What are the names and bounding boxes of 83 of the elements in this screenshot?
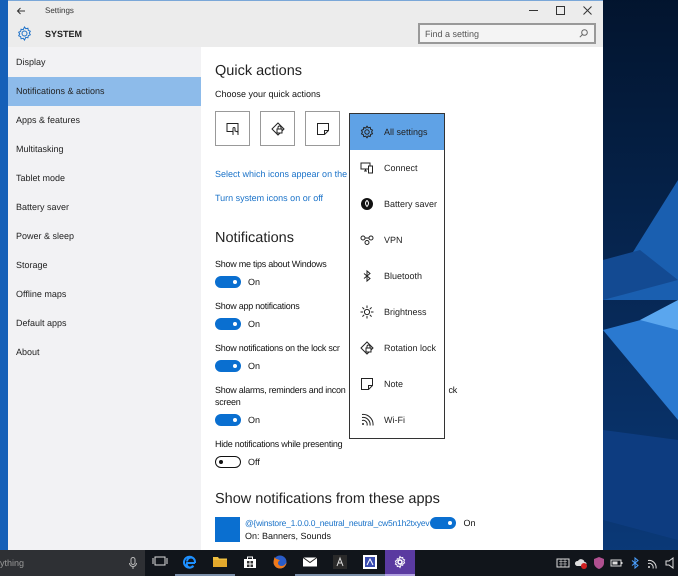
shopping-bag-icon [242, 554, 258, 570]
monitor-hand-icon [226, 122, 240, 136]
setting-label: screen [215, 396, 241, 408]
sidebar-item[interactable]: Offline maps [8, 280, 201, 309]
a-logo-icon [332, 554, 348, 570]
menu-item[interactable]: VPN [350, 222, 444, 258]
folder-icon [212, 554, 228, 570]
setting-label: Show notifications on the lock scr [215, 342, 340, 354]
sidebar-item[interactable]: Default apps [8, 309, 201, 338]
setting-label: Show me tips about Windows [215, 258, 327, 270]
gear-icon [360, 125, 374, 139]
toggle-state-label: On [463, 518, 476, 528]
e-logo-icon [182, 554, 198, 570]
sun-icon [360, 305, 374, 319]
gear-icon [17, 26, 32, 41]
setting-label: Hide notifications while presenting [215, 438, 342, 450]
section-title: SYSTEM [45, 28, 82, 38]
sidebar-item[interactable]: Battery saver [8, 193, 201, 222]
app-detail-text: On: Banners, Sounds [245, 531, 332, 541]
back-arrow-icon[interactable] [16, 6, 26, 14]
menu-item[interactable]: Note [350, 366, 444, 402]
globe-fox-icon [272, 554, 288, 570]
menu-item[interactable]: Rotation lock [350, 330, 444, 366]
toggle-state-label: On [248, 319, 260, 329]
rotate-lock-icon [360, 341, 374, 355]
taskbar-search-field[interactable]: ything [0, 550, 145, 576]
menu-item[interactable]: Battery saver [350, 186, 444, 222]
toggle-state-label: On [248, 361, 260, 371]
setting-label: Show app notifications [215, 300, 300, 312]
menu-item[interactable]: Connect [350, 150, 444, 186]
sidebar-item[interactable]: Storage [8, 251, 201, 280]
cloud-error-icon[interactable] [574, 556, 588, 570]
keyboard-icon[interactable] [556, 556, 570, 570]
toggle-switch[interactable] [215, 276, 241, 288]
close-icon[interactable] [583, 6, 592, 15]
toggle-state-label: On [248, 415, 260, 425]
toggle-switch[interactable] [430, 517, 456, 529]
window-app-icon [362, 554, 378, 570]
toggle-state-label: Off [248, 457, 260, 467]
note-icon [360, 377, 374, 391]
microphone-icon [129, 557, 137, 569]
quick-action-tile[interactable] [305, 111, 340, 146]
settings-link[interactable]: Select which icons appear on the [215, 168, 348, 180]
shield-app-icon[interactable] [592, 556, 606, 570]
linked-rings-icon [360, 233, 374, 247]
menu-item[interactable]: Bluetooth [350, 258, 444, 294]
sidebar-item[interactable]: Power & sleep [8, 222, 201, 251]
setting-label: ck [448, 384, 457, 396]
window-title: Settings [45, 6, 74, 15]
toggle-switch[interactable] [215, 360, 241, 372]
sidebar-item[interactable]: Display [8, 48, 201, 77]
monitor-phone-icon [360, 161, 374, 175]
menu-item[interactable]: Wi-Fi [350, 402, 444, 438]
settings-link[interactable]: Turn system icons on or off [215, 192, 324, 204]
sidebar-item[interactable]: Notifications & actions [8, 77, 201, 106]
sidebar-item[interactable]: Apps & features [8, 106, 201, 135]
quick-action-tile[interactable] [215, 111, 250, 146]
section-heading: Show notifications from these apps [215, 490, 440, 508]
search-field[interactable]: Find a setting [418, 23, 596, 44]
app-name-link[interactable]: @{winstore_1.0.0.0_neutral_neutral_cw5n1h2txyev [245, 518, 430, 528]
wifi-icon [360, 413, 374, 427]
setting-label: Show alarms, reminders and incon [215, 384, 346, 396]
toggle-state-label: On [248, 277, 260, 287]
rotate-lock-icon [270, 122, 284, 136]
toggle-switch[interactable] [215, 414, 241, 426]
toggle-switch[interactable] [215, 456, 241, 468]
leaf-circle-icon [360, 197, 374, 211]
menu-item[interactable]: Brightness [350, 294, 444, 330]
app-tile-icon [215, 517, 240, 542]
taskbar-button[interactable] [385, 550, 415, 576]
quick-action-tile[interactable] [260, 111, 295, 146]
section-heading: Quick actions [215, 62, 302, 80]
menu-item[interactable]: All settings [350, 114, 444, 150]
section-subtitle: Choose your quick actions [215, 88, 322, 100]
sidebar-item[interactable]: About [8, 338, 201, 367]
search-icon [579, 29, 588, 38]
note-icon [316, 122, 330, 136]
maximize-icon[interactable] [556, 6, 565, 15]
toggle-switch[interactable] [215, 318, 241, 330]
sidebar-item[interactable]: Tablet mode [8, 164, 201, 193]
section-heading: Notifications [215, 229, 294, 247]
gear-icon [392, 554, 408, 570]
sidebar-item[interactable]: Multitasking [8, 135, 201, 164]
